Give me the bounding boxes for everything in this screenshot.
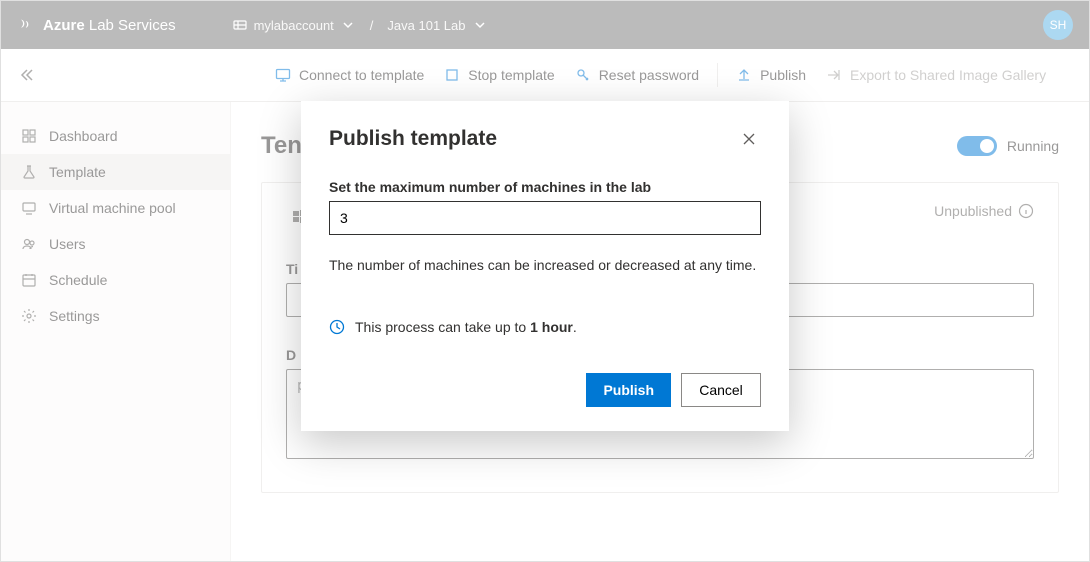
max-machines-input[interactable] — [329, 201, 761, 235]
max-machines-label: Set the maximum number of machines in th… — [329, 179, 761, 195]
dialog-close-button[interactable] — [737, 127, 761, 151]
publish-template-dialog: Publish template Set the maximum number … — [301, 101, 789, 431]
max-machines-hint: The number of machines can be increased … — [329, 257, 761, 273]
clock-icon — [329, 319, 345, 335]
dialog-publish-button[interactable]: Publish — [586, 373, 671, 407]
publish-duration-info: This process can take up to 1 hour. — [329, 319, 761, 335]
publish-duration-text: This process can take up to 1 hour. — [355, 319, 577, 335]
close-icon — [741, 131, 757, 147]
modal-overlay[interactable]: Publish template Set the maximum number … — [1, 1, 1089, 561]
dialog-title: Publish template — [329, 127, 497, 151]
dialog-cancel-button[interactable]: Cancel — [681, 373, 761, 407]
